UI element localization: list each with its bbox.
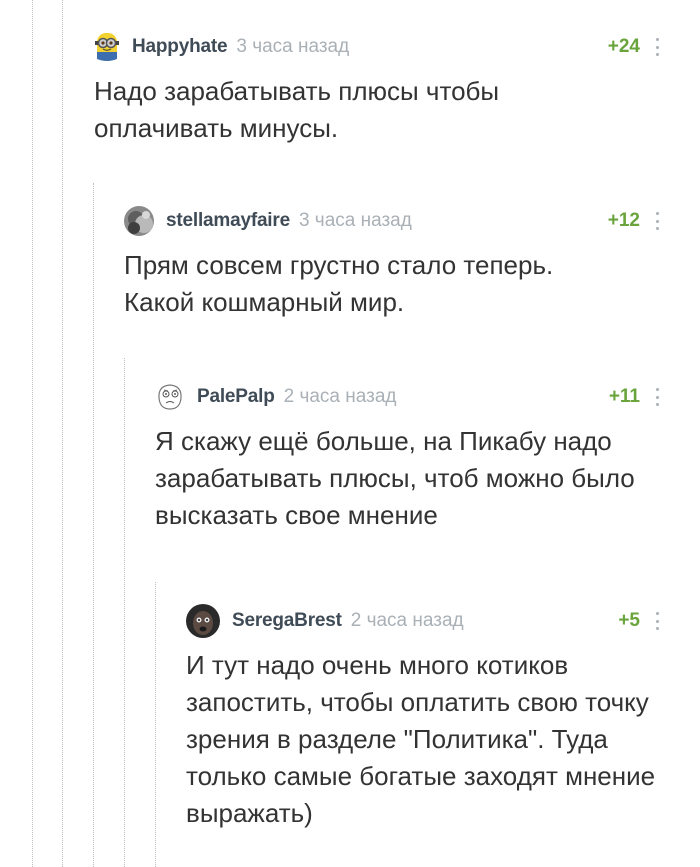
comment-header: stellamayfaire 3 часа назад +12	[124, 205, 662, 237]
comment: stellamayfaire 3 часа назад +12 Прям сов…	[124, 205, 662, 321]
more-options-icon[interactable]	[652, 212, 662, 230]
comment-time[interactable]: 2 часа назад	[351, 610, 464, 632]
comment-rating: +24	[607, 36, 640, 57]
minion-avatar-icon[interactable]	[94, 32, 120, 62]
comment-text: Надо зарабатывать плюсы чтобы оплачивать…	[94, 76, 500, 143]
comment-text: Прям совсем грустно стало теперь. Какой …	[124, 250, 554, 317]
more-options-icon[interactable]	[652, 612, 662, 630]
more-options-icon[interactable]	[652, 388, 662, 406]
comment: Happyhate 3 часа назад +24 Надо зарабаты…	[94, 31, 662, 147]
photo-avatar-icon[interactable]	[124, 206, 154, 236]
username[interactable]: Happyhate	[132, 36, 228, 58]
username[interactable]: stellamayfaire	[166, 210, 290, 232]
comment-rating: +5	[618, 610, 640, 631]
dark-photo-avatar-icon[interactable]	[186, 604, 220, 638]
thread-line	[32, 0, 33, 867]
comment: PalePalp 2 часа назад +11 Я скажу ещё бо…	[155, 381, 662, 534]
more-options-icon[interactable]	[652, 38, 662, 56]
comment-header: PalePalp 2 часа назад +11	[155, 381, 662, 413]
meme-face-avatar-icon[interactable]	[155, 382, 185, 412]
comment-rating: +12	[607, 210, 640, 231]
thread-line	[155, 582, 156, 867]
comment-rating: +11	[608, 386, 640, 407]
comment-time[interactable]: 2 часа назад	[284, 386, 397, 408]
username[interactable]: PalePalp	[197, 386, 275, 408]
comment-text: Я скажу ещё больше, на Пикабу надо зараб…	[155, 426, 635, 530]
comment-header: SeregaBrest 2 часа назад +5	[186, 604, 662, 638]
thread-line	[124, 358, 125, 867]
comment: SeregaBrest 2 часа назад +5 И тут надо о…	[186, 604, 662, 832]
comment-text: И тут надо очень много котиков запостить…	[186, 650, 656, 828]
username[interactable]: SeregaBrest	[232, 610, 342, 632]
thread-line	[62, 0, 63, 867]
comment-header: Happyhate 3 часа назад +24	[94, 31, 662, 63]
thread-line	[93, 183, 94, 867]
comment-time[interactable]: 3 часа назад	[299, 210, 412, 232]
comment-time[interactable]: 3 часа назад	[236, 36, 349, 58]
